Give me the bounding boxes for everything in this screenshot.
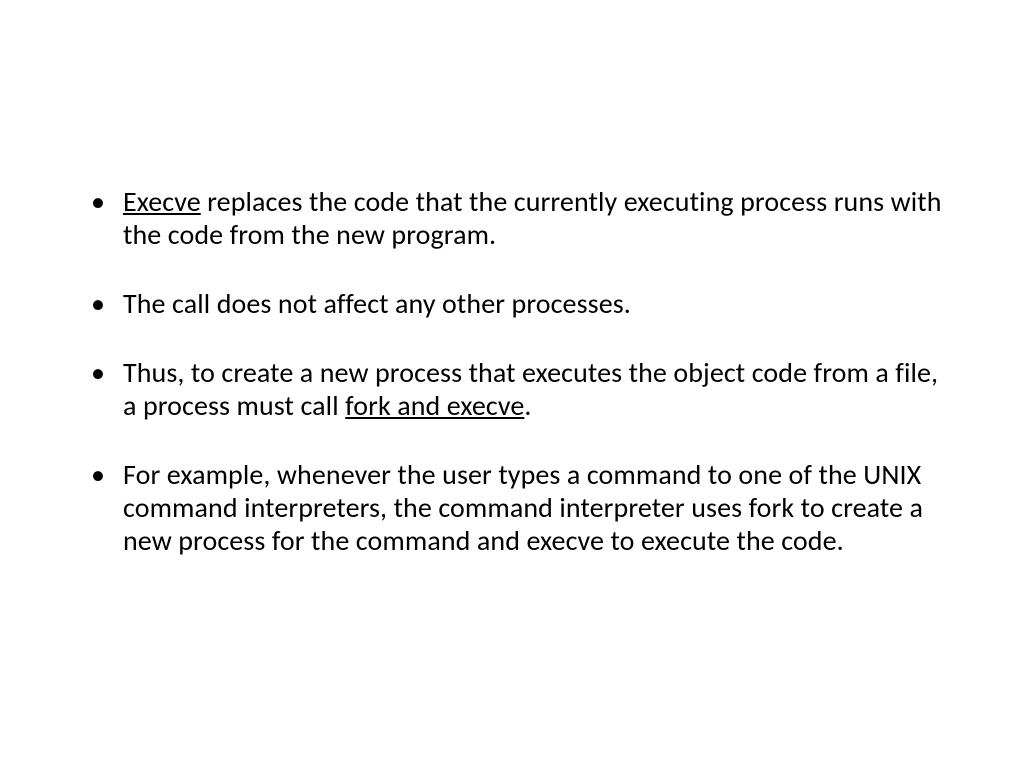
bullet-item: Thus, to create a new process that execu…: [75, 356, 949, 422]
bullet-text: For example, whenever the user types a c…: [123, 457, 923, 558]
bullet-item: For example, whenever the user types a c…: [75, 458, 949, 557]
bullet-text: The call does not affect any other proce…: [123, 286, 631, 321]
bullet-text-underlined: Execve: [123, 184, 201, 219]
bullet-text: .: [524, 388, 531, 423]
bullet-text-underlined: fork and execve: [345, 388, 524, 423]
bullet-item: Execve replaces the code that the curren…: [75, 185, 949, 251]
bullet-item: The call does not affect any other proce…: [75, 287, 949, 320]
bullet-list: Execve replaces the code that the curren…: [75, 185, 949, 557]
bullet-text: replaces the code that the currently exe…: [123, 184, 942, 252]
